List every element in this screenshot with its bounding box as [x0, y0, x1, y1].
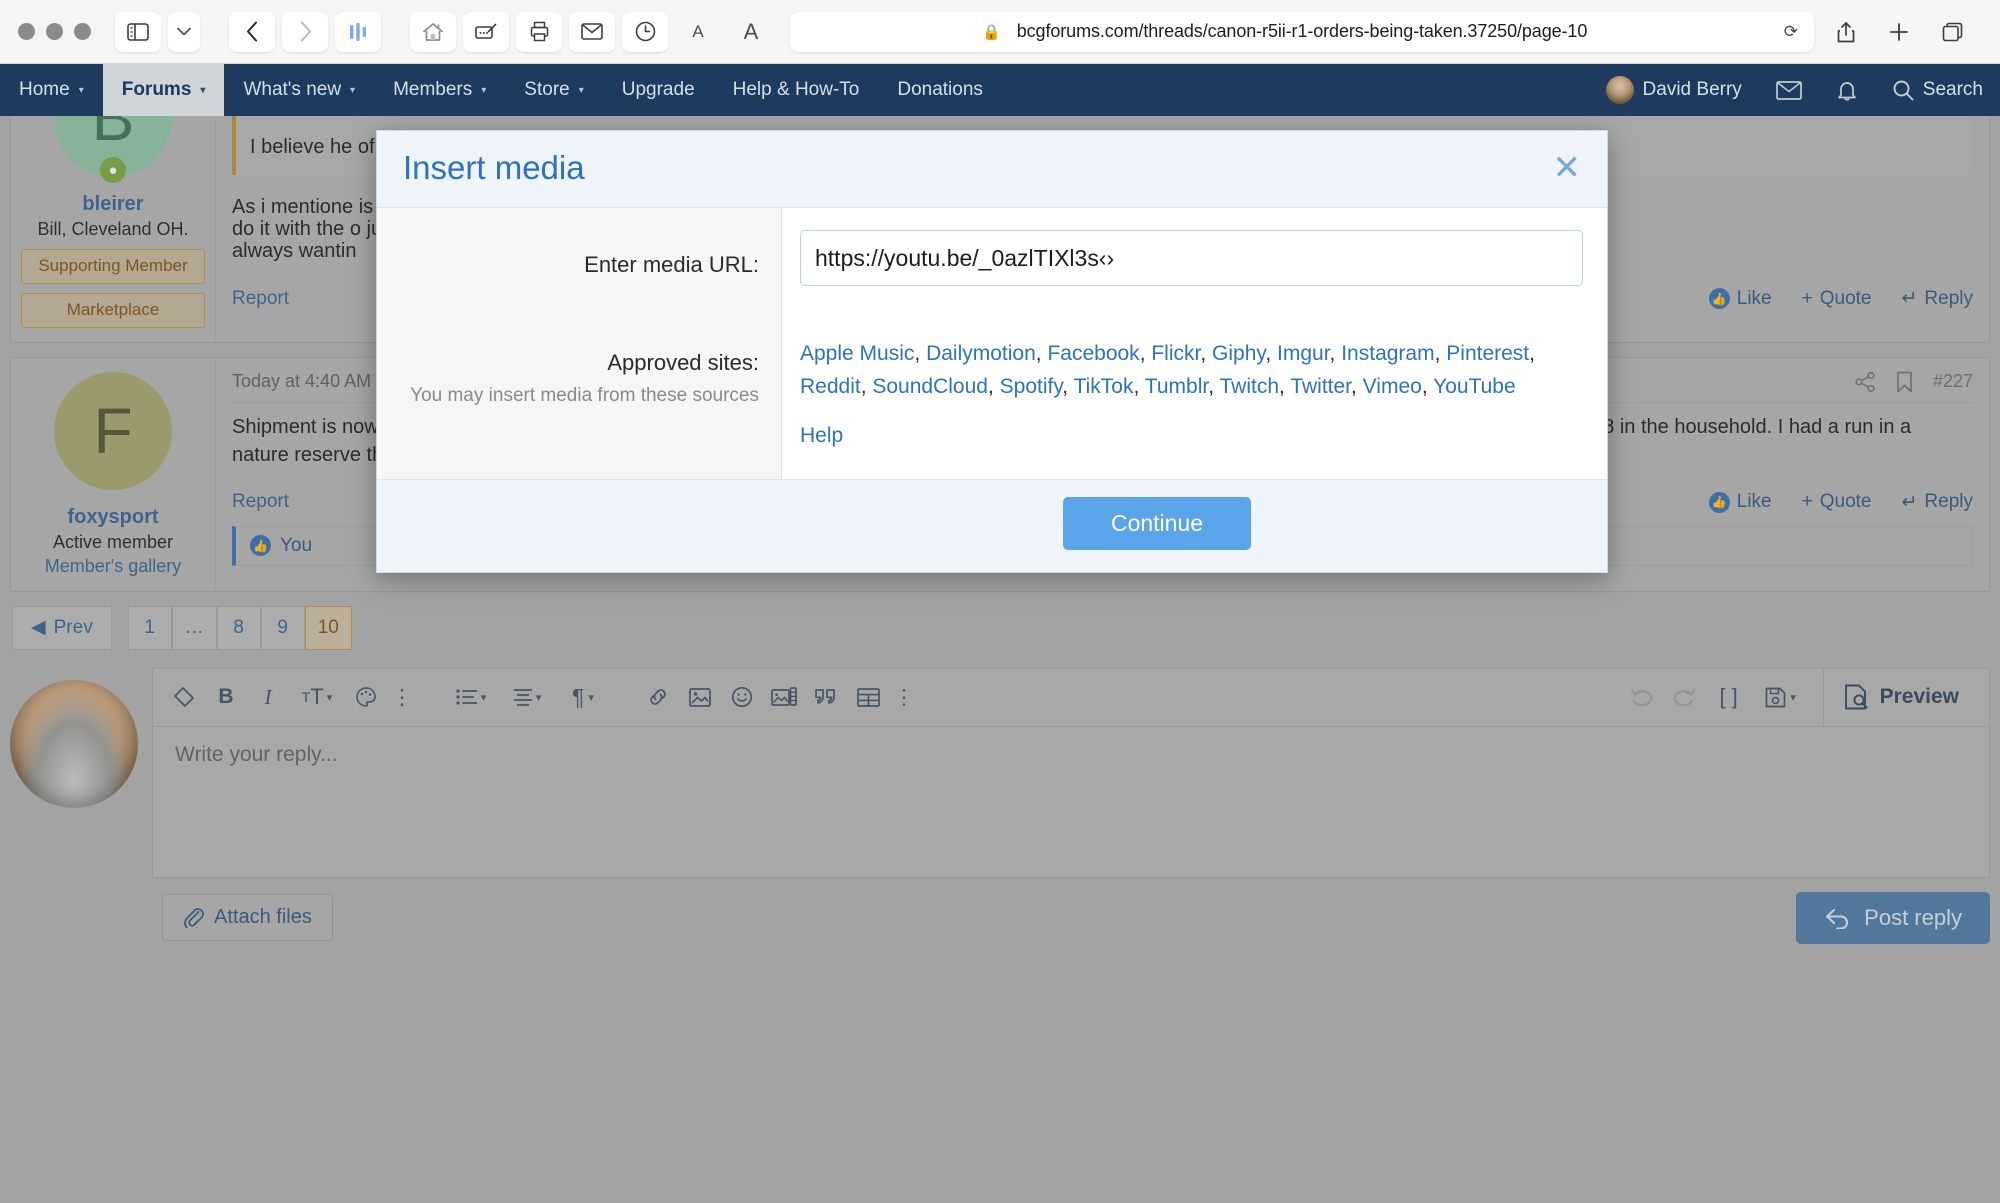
nav-label: Home: [19, 79, 70, 100]
chevron-down-icon[interactable]: ▾: [200, 85, 205, 96]
nav-item-donations[interactable]: Donations: [878, 64, 1002, 116]
chevron-down-icon[interactable]: ▾: [481, 85, 486, 96]
media-url-input[interactable]: https://youtu.be/_0azlTIXl3s‹›: [800, 230, 1583, 286]
site-link-tumblr[interactable]: Tumblr: [1145, 375, 1208, 398]
site-link-dailymotion[interactable]: Dailymotion: [926, 342, 1036, 365]
nav-item-members[interactable]: Members ▾: [374, 64, 505, 116]
dialog-fields-column: https://youtu.be/_0azlTIXl3s‹› Apple Mus…: [782, 208, 1607, 479]
share-icon[interactable]: [1823, 12, 1869, 52]
address-bar[interactable]: 🔒 bcgforums.com/threads/canon-r5ii-r1-or…: [790, 11, 1814, 52]
nav-label: What's new: [243, 79, 342, 100]
nav-item-help-how-to[interactable]: Help & How-To: [714, 64, 879, 116]
search-label: Search: [1922, 79, 1983, 100]
dialog-footer: Continue: [377, 478, 1607, 572]
history-clock-icon[interactable]: [622, 11, 668, 52]
mail-icon[interactable]: [569, 11, 615, 52]
nav-label: Help & How-To: [732, 79, 860, 100]
site-link-instagram[interactable]: Instagram: [1341, 342, 1434, 365]
back-arrow-icon[interactable]: [229, 11, 275, 52]
compose-note-icon[interactable]: [463, 11, 509, 52]
nav-label: Forums: [121, 79, 192, 100]
maximize-window-button[interactable]: [74, 23, 91, 40]
tab-overview-icon[interactable]: [1929, 12, 1975, 52]
site-link-soundcloud[interactable]: SoundCloud: [872, 375, 988, 398]
search-button[interactable]: Search: [1875, 64, 2000, 116]
nav-label: Upgrade: [621, 79, 695, 100]
site-link-flickr[interactable]: Flickr: [1151, 342, 1200, 365]
forward-arrow-icon[interactable]: [282, 11, 328, 52]
user-name: David Berry: [1642, 79, 1742, 100]
site-link-reddit[interactable]: Reddit: [800, 375, 861, 398]
minimize-window-button[interactable]: [46, 23, 63, 40]
nav-label: Donations: [897, 79, 983, 100]
nav-item-whats-new[interactable]: What's new ▾: [224, 64, 374, 116]
lock-icon: 🔒: [982, 23, 1001, 41]
nav-label: Members: [393, 79, 473, 100]
site-navigation: Home ▾ Forums ▾ What's new ▾ Members ▾ S…: [0, 64, 2000, 116]
inbox-icon[interactable]: [1759, 64, 1819, 116]
avatar: [1605, 76, 1634, 104]
approved-sites-sublabel: You may insert media from these sources: [410, 385, 759, 406]
approved-sites-label: Approved sites:: [607, 350, 759, 375]
dialog-labels-column: Enter media URL: Approved sites: You may…: [377, 208, 782, 479]
decrease-font-button[interactable]: A: [675, 12, 721, 52]
increase-font-button[interactable]: A: [728, 12, 774, 52]
window-traffic-lights[interactable]: [18, 23, 91, 40]
site-link-youtube[interactable]: YouTube: [1433, 375, 1516, 398]
thread-page: B ● bleirer Bill, Cleveland OH. Supporti…: [0, 116, 2000, 1203]
reader-extension-icon[interactable]: [335, 11, 381, 52]
chevron-down-icon[interactable]: ▾: [350, 85, 355, 96]
url-field-label: Enter media URL:: [584, 252, 759, 277]
dialog-body: Enter media URL: Approved sites: You may…: [377, 208, 1607, 479]
approved-sites-list: Apple Music, Dailymotion, Facebook, Flic…: [800, 338, 1583, 453]
print-icon[interactable]: [516, 11, 562, 52]
site-link-vimeo[interactable]: Vimeo: [1363, 375, 1422, 398]
insert-media-dialog: Insert media ✕ Enter media URL: Approved…: [376, 130, 1608, 573]
dialog-header: Insert media ✕: [377, 131, 1607, 208]
chevron-down-icon[interactable]: [168, 11, 200, 52]
site-link-spotify[interactable]: Spotify: [1000, 375, 1063, 398]
close-icon[interactable]: ✕: [1553, 151, 1582, 185]
site-link-imgur[interactable]: Imgur: [1277, 342, 1330, 365]
browser-toolbar: A A 🔒 bcgforums.com/threads/canon-r5ii-r…: [0, 0, 2000, 64]
notifications-bell-icon[interactable]: [1819, 64, 1875, 116]
close-window-button[interactable]: [18, 23, 35, 40]
chevron-down-icon[interactable]: ▾: [79, 85, 84, 96]
dialog-title: Insert media: [403, 149, 585, 186]
site-link-tiktok[interactable]: TikTok: [1074, 375, 1134, 398]
nav-item-forums[interactable]: Forums ▾: [102, 64, 225, 116]
sidebar-icon[interactable]: [115, 11, 161, 52]
nav-label: Store: [524, 79, 570, 100]
site-link-apple-music[interactable]: Apple Music: [800, 342, 914, 365]
site-link-twitch[interactable]: Twitch: [1220, 375, 1280, 398]
site-link-twitter[interactable]: Twitter: [1290, 375, 1351, 398]
nav-item-store[interactable]: Store ▾: [505, 64, 602, 116]
media-url-value: https://youtu.be/_0azlTIXl3s‹›: [815, 244, 1115, 271]
reload-icon[interactable]: ⟳: [1784, 22, 1798, 42]
new-tab-icon[interactable]: [1876, 12, 1922, 52]
nav-item-upgrade[interactable]: Upgrade: [603, 64, 714, 116]
user-menu[interactable]: David Berry: [1589, 64, 1759, 116]
site-link-pinterest[interactable]: Pinterest: [1446, 342, 1529, 365]
nav-item-home[interactable]: Home ▾: [0, 64, 103, 116]
continue-button[interactable]: Continue: [1063, 496, 1251, 550]
url-text: bcgforums.com/threads/canon-r5ii-r1-orde…: [1016, 21, 1588, 41]
site-link-giphy[interactable]: Giphy: [1212, 342, 1265, 365]
help-link[interactable]: Help: [800, 420, 843, 453]
chevron-down-icon[interactable]: ▾: [579, 85, 584, 96]
home-icon[interactable]: [410, 11, 456, 52]
site-link-facebook[interactable]: Facebook: [1047, 342, 1139, 365]
